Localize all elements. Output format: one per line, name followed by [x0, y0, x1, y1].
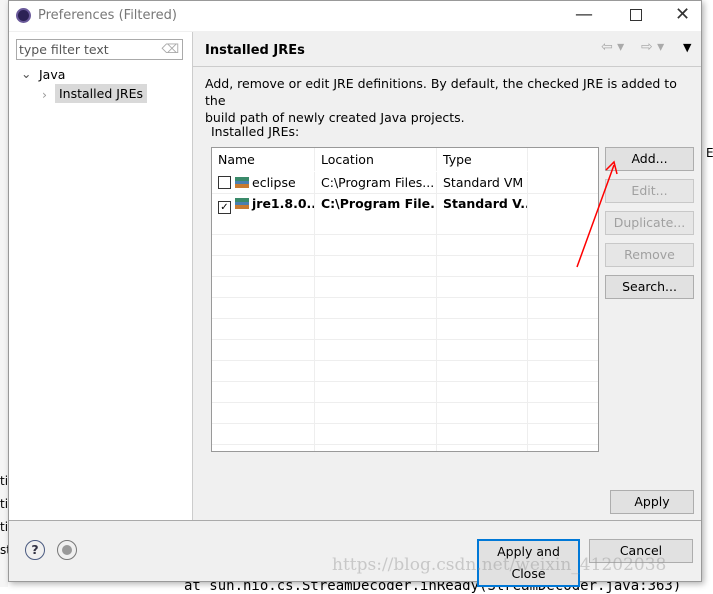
watermark: https://blog.csdn.net/weixin_41202038: [332, 555, 667, 575]
red-arrow-icon: [576, 160, 618, 268]
annotation-arrow: [576, 160, 618, 268]
